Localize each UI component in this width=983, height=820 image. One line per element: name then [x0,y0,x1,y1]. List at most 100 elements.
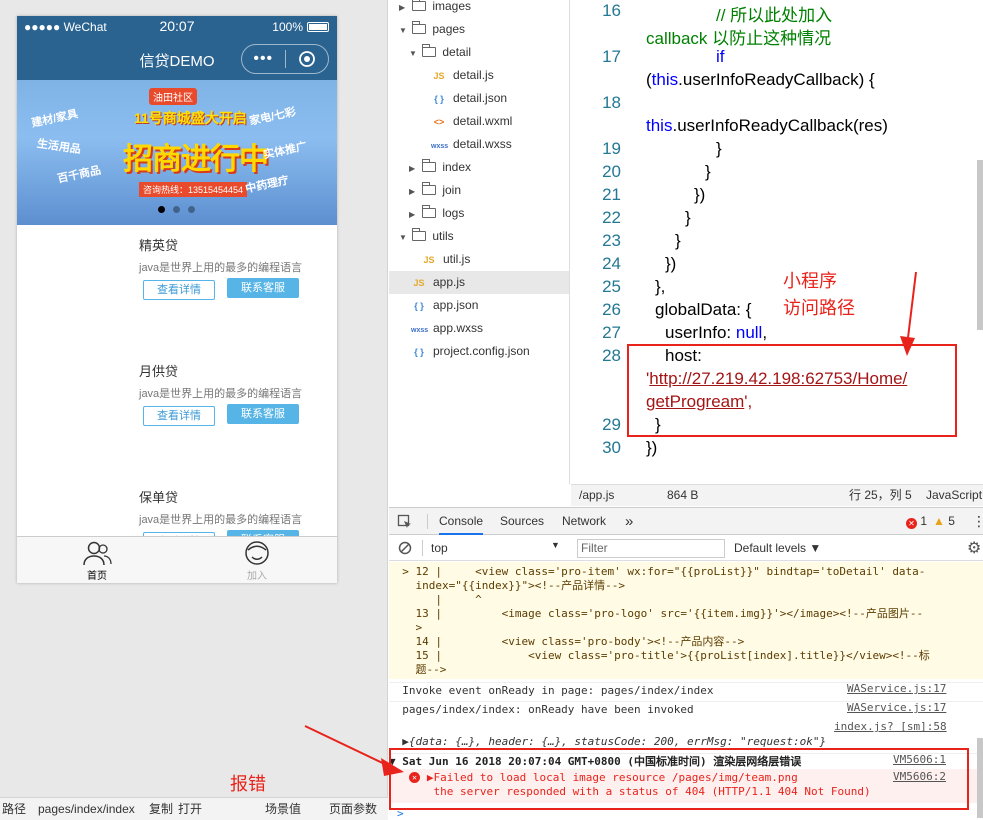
tree-file-project-config[interactable]: { } project.config.json [389,340,569,363]
kebab-menu-icon[interactable]: ⋮ [972,508,983,535]
path-annotation-line2: 访问路径 [783,298,855,318]
open-link[interactable]: 打开 [178,798,202,820]
battery-icon [307,22,329,32]
tree-label: detail [442,45,472,59]
tree-label: index [442,160,472,174]
tree-label: detail.wxml [453,114,513,128]
console-code-line: | ^ [389,593,482,606]
swiper-dot[interactable] [188,206,195,213]
tab-home[interactable]: 首页 [67,540,127,582]
code-editor[interactable]: 16 // 所以此处加入 callback 以防止这种情况 17 if (thi… [571,0,983,484]
tree-file-util-js[interactable]: JS util.js [389,248,569,271]
product-item[interactable]: 月供贷 java是世界上用的最多的编程语言 查看详情 联系客服 [139,361,329,426]
chevron-down-icon: ▼ [409,49,417,58]
clear-console-icon[interactable] [398,541,412,558]
source-link[interactable]: index.js? [sm]:58 [834,720,947,733]
chevron-down-icon: ▼ [399,233,407,242]
contact-service-button[interactable]: 联系客服 [227,404,299,424]
status-position[interactable]: 行 25，列 5 [849,485,912,506]
page-params[interactable]: 页面参数 [329,798,377,820]
more-tabs-icon[interactable]: » [625,508,633,535]
join-icon [245,541,269,565]
context-select[interactable]: top [431,541,448,555]
navigation-bar: 信贷DEMO ••• [17,38,337,80]
code-text: , [762,323,768,342]
console-prompt[interactable]: > [397,806,983,820]
tree-folder-join[interactable]: ▶ join [389,179,569,202]
view-detail-button[interactable]: 查看详情 [143,280,215,300]
js-file-icon: JS [433,71,445,81]
code-line: }) [665,254,677,273]
banner-deco: 百千商品 [56,164,102,186]
close-target-icon[interactable] [286,50,329,68]
tree-file-app-wxss[interactable]: wxss app.wxss [389,317,569,340]
log-levels-select[interactable]: Default levels ▼ [734,541,821,555]
menu-capsule[interactable]: ••• [241,44,329,74]
code-line: (this.userInfoReadyCallback) { [646,70,875,89]
scene-value[interactable]: 场景值 [265,798,301,820]
chevron-right-icon: ▶ [399,3,406,12]
banner-subtitle: 11号商城盛大开启 [134,110,247,126]
tab-join[interactable]: 加入 [227,540,287,582]
chevron-right-icon: ▶ [409,187,416,196]
source-link[interactable]: WAService.js:17 [847,682,946,695]
tree-label: logs [442,206,465,220]
tree-label: pages [432,22,466,36]
contact-service-button[interactable]: 联系客服 [227,278,299,298]
tree-file-detail-wxml[interactable]: <> detail.wxml [389,110,569,133]
banner-swiper[interactable]: 油田社区 11号商城盛大开启 招商进行中 咨询热线：13515454454 建材… [17,80,337,225]
inspect-icon[interactable] [397,508,413,535]
tree-file-detail-json[interactable]: { } detail.json [389,87,569,110]
tree-folder-index[interactable]: ▶ index [389,156,569,179]
tree-file-detail-wxss[interactable]: wxss detail.wxss [389,133,569,156]
editor-scrollbar[interactable] [977,160,983,330]
code-line: this.userInfoReadyCallback(res) [646,116,888,136]
error-count[interactable]: ✕ 1 [906,508,927,535]
folder-open-icon [422,44,437,57]
tab-console[interactable]: Console [439,508,484,535]
console-filter-input[interactable]: Filter [577,539,725,558]
code-text: .userInfoReadyCallback) { [678,70,875,89]
warning-count[interactable]: ▲ 5 [933,508,955,535]
tab-network[interactable]: Network [562,508,606,535]
code-comment: // 所以此处加入 [716,6,833,25]
console-object-line[interactable]: ▶{data: {…}, header: {…}, statusCode: 20… [389,734,983,749]
page-path: pages/index/index [38,802,135,816]
phone-status-bar: ●●●●● WeChat 20:07 100% [17,16,337,38]
console-scrollbar[interactable] [977,738,983,818]
settings-gear-icon[interactable]: ⚙ [967,538,981,558]
code-comment: callback 以防止这种情况 [646,29,832,48]
tree-folder-images[interactable]: ▶ images [389,0,569,18]
source-link[interactable]: WAService.js:17 [847,701,946,714]
line-number: 28 [602,346,621,365]
swiper-dot[interactable] [173,206,180,213]
swiper-dot-active[interactable] [158,206,165,213]
tree-label: app.wxss [433,321,484,335]
chevron-down-icon[interactable]: ▼ [551,540,560,550]
tree-folder-utils[interactable]: ▼ utils [389,225,569,248]
tree-file-app-json[interactable]: { } app.json [389,294,569,317]
code-line: globalData: { [655,300,752,319]
tree-file-app-js[interactable]: JS app.js [389,271,569,294]
console-code-line: 15 | <view class='pro-title'>{{proList[i… [389,649,930,662]
tree-folder-detail[interactable]: ▼ detail [389,41,569,64]
banner-headline: 招商进行中 [123,143,269,176]
console-code-line: 题--> [389,663,447,676]
more-icon[interactable]: ••• [242,45,285,73]
tab-sources[interactable]: Sources [500,508,544,535]
tree-label: join [442,183,462,197]
json-file-icon: { } [414,347,424,357]
tree-file-detail-js[interactable]: JS detail.js [389,64,569,87]
status-language[interactable]: JavaScript [926,485,982,506]
product-item[interactable]: 精英贷 java是世界上用的最多的编程语言 查看详情 联系客服 [139,235,329,300]
tree-folder-pages[interactable]: ▼ pages [389,18,569,41]
view-detail-button[interactable]: 查看详情 [143,406,215,426]
tree-label: images [432,0,472,13]
banner-deco: 建材/家具 [30,108,80,130]
line-number: 29 [602,415,621,434]
line-number: 26 [602,300,621,319]
tree-folder-logs[interactable]: ▶ logs [389,202,569,225]
tab-label: 加入 [247,571,267,582]
copy-link[interactable]: 复制 [149,798,173,820]
tree-label: project.config.json [433,344,530,358]
